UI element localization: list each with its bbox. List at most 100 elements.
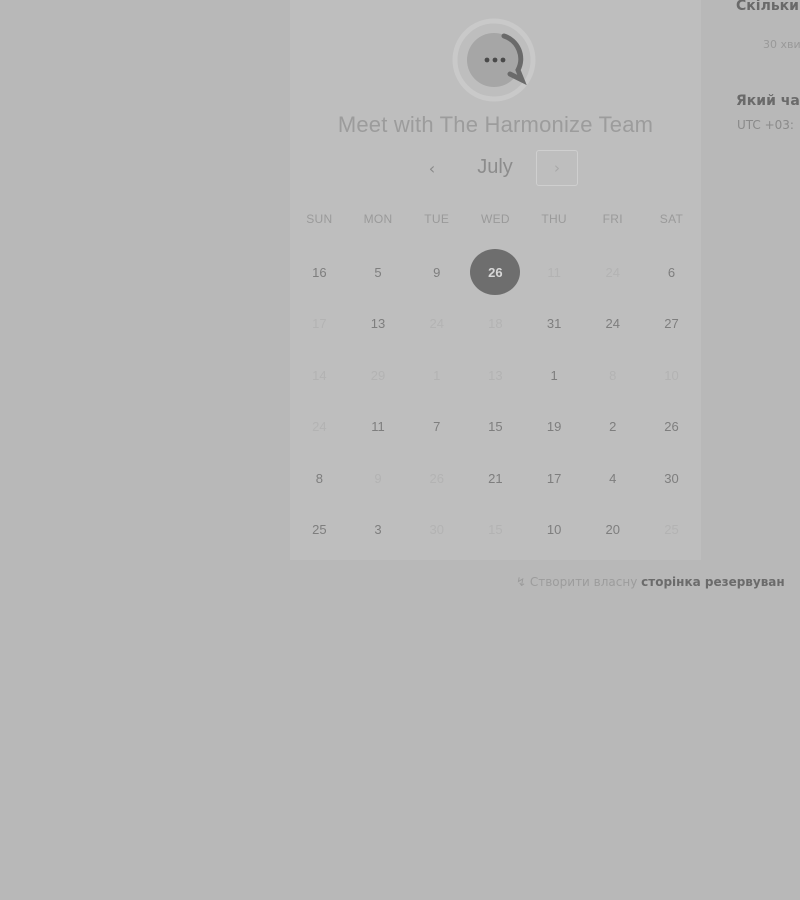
calendar-day-number: 14 [312,367,327,383]
chevron-left-icon: ‹ [428,158,436,178]
footer-link-text[interactable]: сторінка резервуван [641,575,785,589]
calendar-day[interactable]: 24 [583,298,642,350]
calendar-day-number: 10 [546,522,562,537]
timezone-label[interactable]: UTC +03: [737,118,794,132]
calendar-day: 17 [290,298,349,350]
calendar-day[interactable]: 3 [349,504,408,556]
calendar-day: 10 [642,349,701,401]
calendar-day-number: 9 [374,470,382,486]
page-title: Meet with The Harmonize Team [337,112,654,137]
calendar-day[interactable]: 15 [466,401,525,453]
time-question: Який ча [736,93,800,109]
calendar-week-row: 16 5 9 26 11 24 6 [290,246,701,298]
calendar-day[interactable]: 7 [407,401,466,453]
calendar-day-number: 13 [370,316,386,331]
calendar-day: 29 [349,349,408,401]
weekday-label: SUN [306,212,333,226]
calendar-day[interactable]: 2 [583,401,642,453]
calendar-day[interactable]: 5 [349,246,408,298]
calendar-day[interactable]: 1 [525,349,584,401]
calendar-day[interactable]: 10 [525,504,584,556]
calendar-day[interactable]: 19 [525,401,584,453]
calendar-day[interactable]: 4 [583,452,642,504]
calendar-day[interactable]: 8 [290,452,349,504]
calendar-day-number: 7 [433,419,441,434]
weekday-label: MON [363,212,393,226]
calendar-day-number: 4 [609,470,617,486]
calendar-day-number: 11 [371,419,385,434]
calendar-day-number: 19 [546,419,562,434]
weekday-label: SAT [659,212,684,226]
calendar-day-number: 26 [429,470,444,486]
calendar-day-number: 10 [664,367,679,383]
calendar-day-number: 26 [664,419,679,434]
calendar-day: 14 [290,349,349,401]
calendar-day-number: 11 [547,264,561,280]
calendar-day[interactable]: 25 [290,504,349,556]
calendar-day-number: 1 [550,367,558,383]
calendar-day-number: 16 [312,264,327,280]
prev-month-button[interactable]: ‹ [418,150,446,186]
calendar-day[interactable]: 13 [349,298,408,350]
calendar-day-selected[interactable]: 26 [466,246,525,298]
calendar-day-number: 17 [546,470,562,486]
calendar-day-number: 27 [664,316,679,331]
calendar-day: 24 [583,246,642,298]
calendar-day: 24 [407,298,466,350]
calendar-day: 25 [642,504,701,556]
calendar-day[interactable]: 6 [642,246,701,298]
create-booking-page-link[interactable]: ↯ Створити власну сторінка резервуван [516,575,785,589]
calendar-day-number: 24 [312,419,327,434]
calendar-day[interactable]: 20 [583,504,642,556]
calendar-week-row: 17 13 24 18 31 24 27 [290,298,701,350]
calendar-day[interactable]: 9 [407,246,466,298]
calendar-day: 24 [290,401,349,453]
weekday-label: FRI [602,212,623,226]
month-label: July [477,156,513,178]
calendar-day[interactable]: 21 [466,452,525,504]
calendar-day[interactable]: 30 [642,452,701,504]
calendar-day-number: 17 [312,316,327,331]
chevron-right-icon: › [554,159,560,177]
weekday-label: WED [480,212,510,226]
calendar-day-number: 2 [609,419,617,434]
calendar-day: 30 [407,504,466,556]
calendar-day-number: 1 [433,367,441,383]
calendar-day[interactable]: 16 [290,246,349,298]
calendar-day-number: 9 [433,264,441,280]
next-month-button[interactable]: › [536,150,578,186]
calendar-day-number: 25 [312,522,327,537]
calendar-day[interactable]: 31 [525,298,584,350]
weekday-header: SUN MON TUE WED THU FRI SAT [290,212,701,230]
calendar-day: 15 [466,504,525,556]
calendar-day-number: 15 [488,419,503,434]
calendar-day: 1 [407,349,466,401]
calendar-day-number: 30 [429,522,444,537]
calendar-day[interactable]: 26 [642,401,701,453]
weekday-label: THU [541,212,567,226]
weekday-label: TUE [424,212,450,226]
calendar-day-number: 25 [664,522,679,537]
calendar-day-number: 8 [609,367,617,383]
calendar-day-number: 30 [664,470,679,486]
calendar-day-number: 26 [470,249,521,295]
calendar-day: 8 [583,349,642,401]
duration-option[interactable]: 30 хви [763,38,800,51]
calendar-day[interactable]: 27 [642,298,701,350]
calendar-day-number: 21 [488,470,503,486]
calendar-day-number: 15 [488,522,503,537]
calendar-day: 26 [407,452,466,504]
calendar-day: 9 [349,452,408,504]
calendar-week-row: 14 29 1 13 1 8 10 [290,349,701,401]
calendar-day-number: 24 [605,264,621,280]
calendar-day-number: 20 [605,522,621,537]
duration-question: Скільки [736,0,799,14]
calendar-week-row: 8 9 26 21 17 4 30 [290,452,701,504]
calendar-day[interactable]: 17 [525,452,584,504]
calendar-day-number: 5 [374,264,382,280]
calendar-day[interactable]: 11 [349,401,408,453]
calendar-day-number: 24 [429,316,444,331]
calendar-day-number: 18 [488,316,503,331]
calendar-week-row: 24 11 7 15 19 2 26 [290,401,701,453]
calendar-day: 18 [466,298,525,350]
